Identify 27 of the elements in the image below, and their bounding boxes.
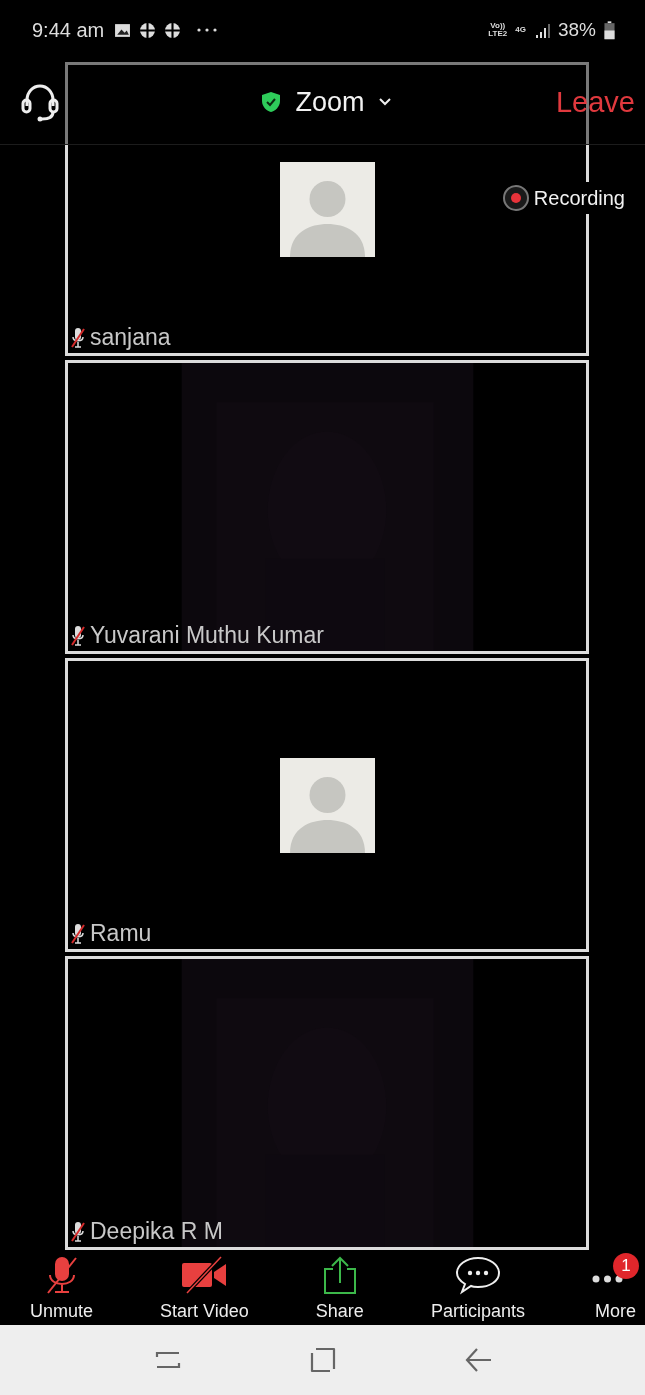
status-time: 9:44 am: [32, 18, 105, 42]
more-dots-icon: [592, 1275, 623, 1283]
share-toolbar-button[interactable]: Share: [315, 1250, 364, 1325]
battery-percent: 38%: [557, 19, 596, 41]
participant-name: Yuvarani Muthu Kumar: [90, 622, 324, 649]
data-indicator: 4G: [515, 26, 526, 34]
video-tile[interactable]: Ramu: [65, 658, 589, 952]
mic-toolbar-button[interactable]: Unmute: [30, 1250, 94, 1325]
battery-icon: [604, 20, 615, 40]
volte-indicator: Vo)) LTE2: [488, 22, 508, 38]
notification-count: 1: [613, 1253, 639, 1279]
participant-name: Deepika R M: [90, 1218, 223, 1245]
headset-icon[interactable]: [20, 82, 60, 122]
chat-toolbar-button[interactable]: Participants: [430, 1250, 525, 1325]
app-icon: [164, 21, 182, 39]
chevron-down-icon[interactable]: [378, 98, 391, 106]
video-tile[interactable]: Yuvarani Muthu Kumar: [65, 360, 589, 654]
more-notifications-icon: [197, 28, 218, 32]
image-icon: [114, 21, 132, 39]
participant-name: Ramu: [90, 920, 152, 947]
signal-icon: [533, 22, 550, 38]
video-tile[interactable]: Deepika R M: [65, 956, 589, 1250]
participant-name: sanjana: [90, 324, 171, 351]
more-toolbar-button[interactable]: 1 More: [592, 1250, 639, 1325]
app-icon: [139, 21, 157, 39]
video-toolbar-button[interactable]: Start Video: [160, 1250, 249, 1325]
meeting-title[interactable]: Zoom: [295, 86, 365, 118]
